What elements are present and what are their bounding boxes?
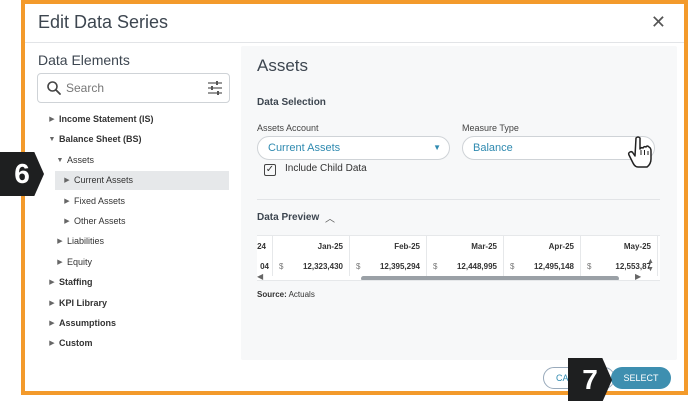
grid-column-header: Feb-25 [350, 236, 427, 258]
panel-divider [257, 199, 660, 200]
tree-item[interactable]: ▶ Liabilities [25, 232, 235, 251]
measure-type-label: Measure Type [462, 123, 519, 133]
grid-cell: $12,395,294 [350, 258, 427, 276]
currency-symbol: $ [510, 262, 515, 271]
caret-right-icon[interactable]: ▶ [47, 273, 57, 292]
tree-item[interactable]: ▶ KPI Library [25, 294, 235, 313]
search-box [37, 73, 230, 103]
search-icon [47, 81, 61, 95]
source-line: Source: Actuals [257, 290, 315, 299]
header-divider [25, 42, 684, 43]
grid-cell: $12,553,87 [581, 258, 658, 276]
grid-column-header: Jan-25 [273, 236, 350, 258]
tree-item-label: Other Assets [74, 216, 126, 226]
grid-cell: $12,448,995 [427, 258, 504, 276]
tree-item-label: Current Assets [74, 175, 134, 186]
select-button[interactable]: SELECT [611, 367, 671, 389]
grid-column-header: May-25 [581, 236, 658, 258]
grid-cell: $12,323,430 [273, 258, 350, 276]
tree-item[interactable]: ▼ Assets [25, 151, 235, 170]
tree-item[interactable]: ▶ Current Assets [55, 171, 229, 191]
caret-right-icon[interactable]: ▶ [47, 294, 57, 313]
caret-right-icon[interactable]: ▶ [55, 232, 65, 251]
cell-value: 12,553,87 [615, 262, 651, 271]
grid-column-header: Apr-25 [504, 236, 581, 258]
source-label: Source: [257, 290, 287, 299]
tree-item-label: Income Statement (IS) [59, 114, 154, 124]
caret-right-icon[interactable]: ▶ [47, 110, 57, 129]
caret-right-icon[interactable]: ▶ [47, 314, 57, 333]
tree-item-label: Staffing [59, 277, 93, 288]
currency-symbol: $ [279, 262, 284, 271]
measure-type-value: Balance [473, 142, 513, 154]
tree-item[interactable]: ▶ Staffing [25, 273, 235, 292]
tree-item[interactable]: ▶ Other Assets [25, 212, 235, 231]
grid-column-header: Mar-25 [427, 236, 504, 258]
tree-item-label: Assumptions [59, 318, 117, 328]
grid-cell: $12,495,148 [504, 258, 581, 276]
cell-value: 12,495,148 [533, 262, 574, 271]
assets-account-value: Current Assets [268, 142, 341, 154]
tree-item[interactable]: ▶ Income Statement (IS) [25, 110, 235, 129]
currency-symbol: $ [587, 262, 592, 271]
search-input[interactable] [66, 79, 196, 97]
source-value: Actuals [288, 290, 315, 299]
tree-item-label: Fixed Assets [74, 195, 126, 206]
horizontal-scrollbar-thumb[interactable] [361, 276, 619, 280]
caret-right-icon[interactable]: ▶ [62, 171, 72, 190]
tree-item-label: Assets [67, 154, 95, 165]
tree-item-label: Equity [67, 256, 93, 267]
caret-right-icon[interactable]: ▶ [62, 192, 72, 211]
tree-item[interactable]: ▶ Equity [25, 253, 235, 272]
grid-header-partial: 24 [257, 236, 273, 258]
filter-sliders-icon[interactable] [207, 80, 223, 96]
tree-item[interactable]: ▶ Fixed Assets [25, 192, 235, 211]
assets-panel: Assets Data Selection Assets Account Cur… [241, 46, 677, 360]
scroll-left-icon[interactable]: ◀ [257, 272, 263, 280]
data-preview-grid: 24 04 ◀ ▶ ▲ ▼ Jan-25 $12,323,430 Feb-25 $12,… [257, 235, 660, 281]
highlight-frame: Edit Data Series ✕ Data Elements ▶Income… [21, 0, 688, 395]
caret-right-icon[interactable]: ▶ [62, 212, 72, 231]
tree-item-label: Balance Sheet (BS) [59, 134, 142, 145]
data-selection-heading: Data Selection [257, 97, 326, 108]
panel-title: Assets [257, 56, 309, 75]
cell-value: 12,395,294 [379, 262, 420, 271]
tree-item-label: KPI Library [59, 297, 108, 308]
tree-item[interactable]: ▼ Balance Sheet (BS) [25, 130, 235, 149]
dropdown-arrow-icon: ▼ [433, 143, 441, 152]
cell-value: 12,323,430 [302, 262, 343, 271]
caret-right-icon[interactable]: ▶ [55, 253, 65, 272]
caret-right-icon[interactable]: ▶ [47, 334, 57, 353]
tree-item[interactable]: ▶ Assumptions [25, 314, 235, 333]
close-icon[interactable]: ✕ [651, 12, 666, 32]
cell-value: 12,448,995 [456, 262, 497, 271]
assets-account-label: Assets Account [257, 123, 319, 133]
caret-down-icon[interactable]: ▼ [47, 130, 57, 149]
currency-symbol: $ [356, 262, 361, 271]
tree-item[interactable]: ▶ Custom [25, 334, 235, 353]
tree-item-label: Liabilities [67, 236, 105, 247]
include-child-checkbox[interactable]: ✓ [264, 164, 276, 176]
assets-account-select[interactable]: Current Assets ▼ [257, 136, 450, 160]
caret-down-icon[interactable]: ▼ [55, 151, 65, 170]
tree-item-label: Custom [59, 338, 93, 349]
include-child-label: Include Child Data [285, 163, 367, 174]
currency-symbol: $ [433, 262, 438, 271]
data-preview-heading: Data Preview [257, 212, 320, 223]
hand-pointer-icon [627, 136, 652, 168]
dialog-title: Edit Data Series [38, 12, 169, 32]
chevron-up-icon[interactable]: ︿ [325, 210, 335, 225]
data-elements-title: Data Elements [38, 52, 130, 68]
edit-data-series-dialog: Edit Data Series ✕ Data Elements ▶Income… [25, 4, 684, 391]
